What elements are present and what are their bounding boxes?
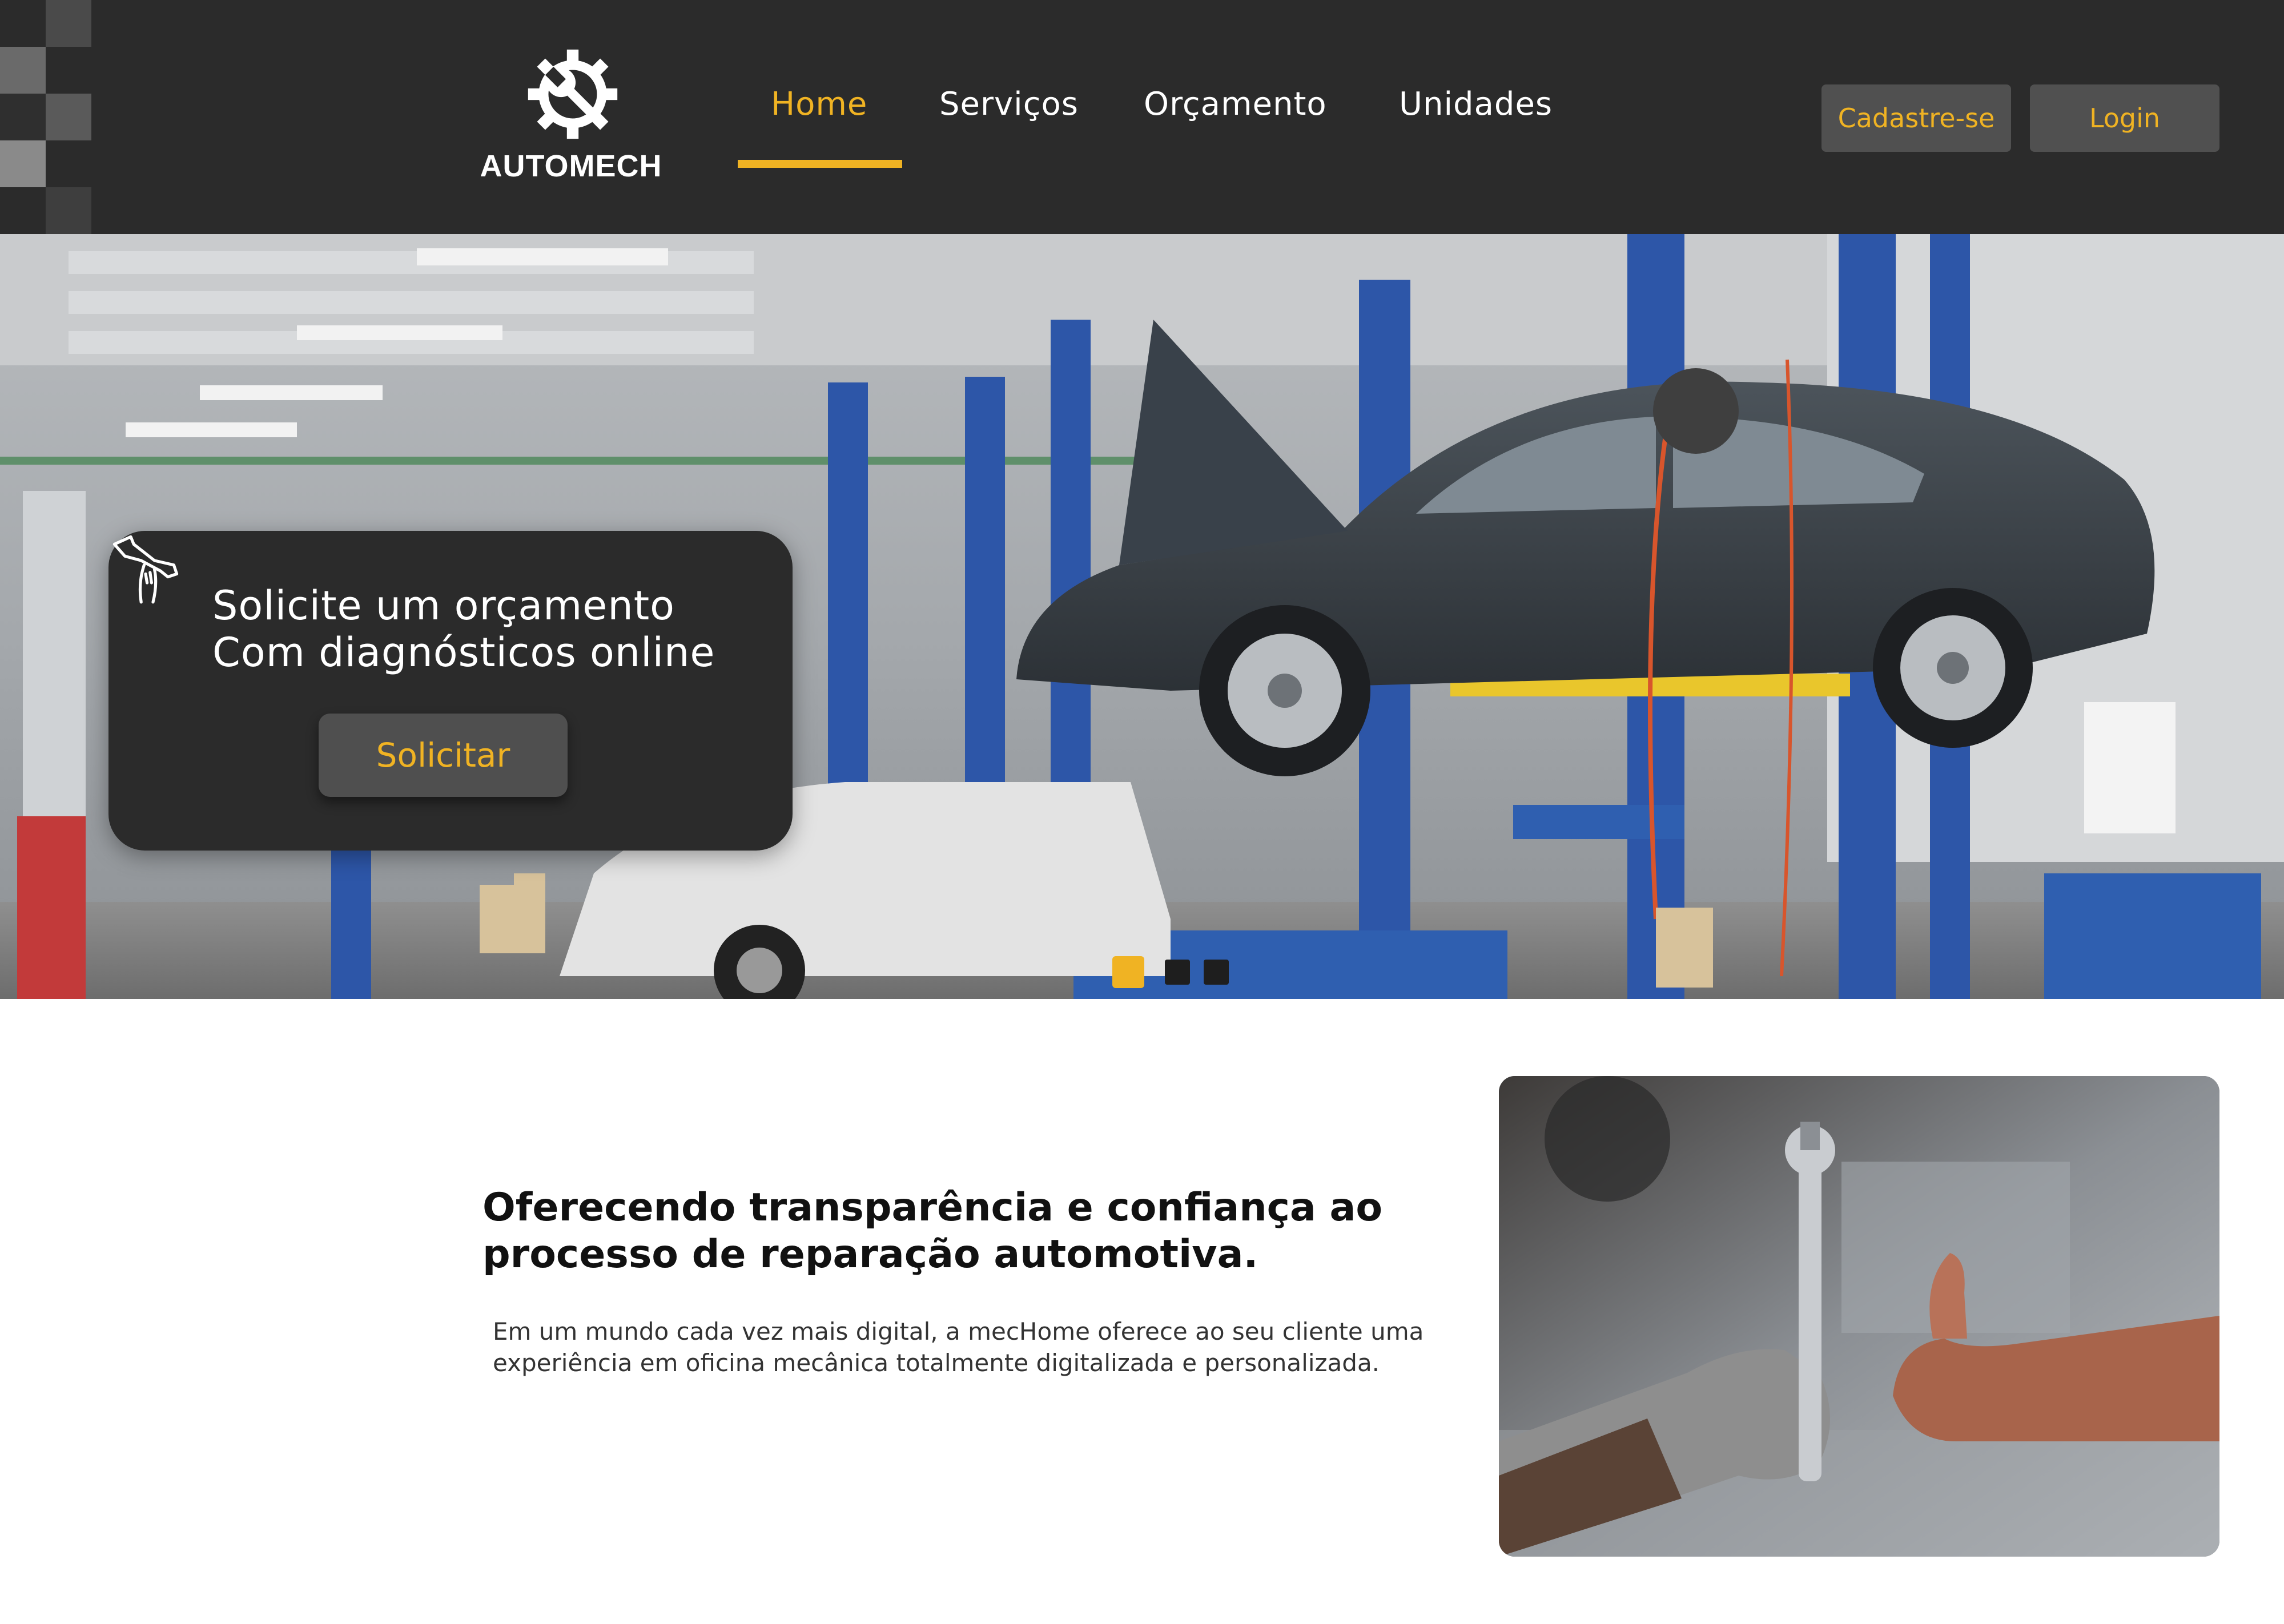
description-line2: experiência em oficina mecânica totalmen… xyxy=(493,1349,1380,1377)
carousel-dot-3[interactable] xyxy=(1204,960,1229,985)
gear-wrench-icon xyxy=(528,49,618,139)
headline-line1: Oferecendo transparência e confiança ao xyxy=(482,1185,1383,1230)
mechanic-thumbs-up-image xyxy=(1499,1076,2219,1557)
carousel-indicators xyxy=(1112,956,1232,988)
section-headline: Oferecendo transparência e confiança ao … xyxy=(482,1184,1453,1278)
checker-decoration xyxy=(0,0,91,234)
signup-button[interactable]: Cadastre-se xyxy=(1821,84,2011,152)
brand-name: AUTOMECH xyxy=(480,149,662,183)
hero-banner: Solicite um orçamento Com diagnósticos o… xyxy=(0,234,2284,999)
hero-title-line2: Com diagnósticos online xyxy=(212,629,715,676)
carousel-dot-2[interactable] xyxy=(1165,960,1190,985)
site-header: AUTOMECH Home Serviços Orçamento Unidade… xyxy=(0,0,2284,234)
nav-item-unidades[interactable]: Unidades xyxy=(1399,86,1553,123)
nav-item-servicos[interactable]: Serviços xyxy=(939,86,1079,123)
solicitar-button[interactable]: Solicitar xyxy=(319,714,568,797)
nav-item-home[interactable]: Home xyxy=(771,86,867,123)
mechanic-photo-illustration xyxy=(1499,1076,2219,1557)
login-button[interactable]: Login xyxy=(2030,84,2219,152)
section-description: Em um mundo cada vez mais digital, a mec… xyxy=(493,1316,1463,1379)
brand-logo[interactable]: AUTOMECH xyxy=(474,46,668,183)
carousel-dot-1[interactable] xyxy=(1112,956,1144,988)
wrench-hand-icon xyxy=(112,535,179,604)
hero-title-line1: Solicite um orçamento xyxy=(212,582,675,629)
quote-card: Solicite um orçamento Com diagnósticos o… xyxy=(108,531,793,851)
headline-line2: processo de reparação automotiva. xyxy=(482,1232,1258,1277)
nav-active-indicator xyxy=(738,160,902,168)
description-line1: Em um mundo cada vez mais digital, a mec… xyxy=(493,1317,1424,1345)
nav-item-orcamento[interactable]: Orçamento xyxy=(1144,86,1327,123)
